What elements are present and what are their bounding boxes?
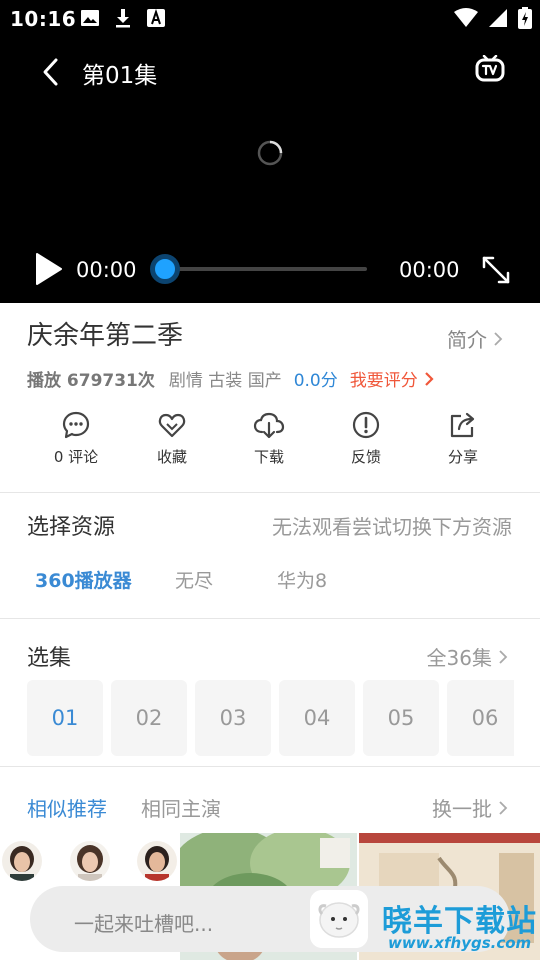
- download-button[interactable]: 下载: [227, 410, 311, 474]
- loading-spinner-icon: [257, 140, 283, 166]
- episode-title: 第01集: [82, 63, 158, 89]
- divider: [0, 766, 540, 767]
- watermark-url: www.xfhygs.com: [388, 934, 532, 952]
- wifi-icon: [454, 8, 478, 27]
- tab-same-cast[interactable]: 相同主演: [141, 793, 221, 822]
- share-label: 分享: [447, 448, 478, 466]
- source-tab-wujin[interactable]: 无尽: [175, 566, 213, 593]
- show-title: 庆余年第二季: [27, 321, 184, 351]
- chevron-right-icon: [424, 371, 434, 386]
- episodes-title: 选集: [27, 646, 72, 671]
- episode-item[interactable]: 04: [279, 680, 355, 756]
- chevron-left-icon: [43, 58, 58, 86]
- refresh-label: 换一批: [432, 797, 492, 821]
- chevron-right-icon: [494, 331, 503, 346]
- tab-similar[interactable]: 相似推荐: [27, 793, 107, 822]
- seek-bar[interactable]: [150, 252, 370, 284]
- resources-title: 选择资源: [27, 515, 116, 540]
- comment-icon: [62, 411, 90, 439]
- back-button[interactable]: [34, 54, 66, 90]
- chevron-right-icon: [499, 800, 508, 815]
- share-button[interactable]: 分享: [421, 410, 505, 474]
- episode-item[interactable]: 01: [27, 680, 103, 756]
- comment-label: 0 评论: [53, 448, 99, 466]
- fullscreen-icon[interactable]: [480, 254, 512, 286]
- actor-avatar[interactable]: [137, 841, 177, 881]
- divider: [0, 492, 540, 493]
- site-watermark: 晓羊下载站 www.xfhygs.com: [380, 896, 540, 960]
- episode-item[interactable]: 03: [195, 680, 271, 756]
- episode-item[interactable]: 06: [447, 680, 514, 756]
- divider: [0, 618, 540, 619]
- actor-avatar[interactable]: [70, 841, 110, 881]
- rate-label: 我要评分: [349, 371, 418, 391]
- episode-list: 01 02 03 04 05 06: [27, 680, 514, 756]
- genre-tags: 剧情 古装 国产: [168, 371, 282, 391]
- comment-button[interactable]: 0 评论: [34, 410, 118, 474]
- seek-track: [164, 267, 367, 271]
- source-tab-360[interactable]: 360播放器: [35, 566, 132, 593]
- chevron-right-icon: [499, 649, 508, 664]
- image-icon: [81, 10, 99, 26]
- cloud-download-icon: [253, 412, 285, 439]
- download-label: 下载: [253, 448, 284, 466]
- actor-avatar[interactable]: [2, 841, 42, 881]
- tv-icon: [475, 55, 505, 82]
- favorite-button[interactable]: 收藏: [130, 410, 214, 474]
- status-time: 10:16: [10, 7, 77, 31]
- resources-hint: 无法观看尝试切换下方资源: [272, 515, 512, 539]
- intro-link[interactable]: 简介: [447, 324, 503, 353]
- alert-icon: [352, 411, 380, 439]
- source-tabs: 360播放器 无尽 华为8: [0, 566, 540, 600]
- play-icon[interactable]: [32, 252, 64, 286]
- rate-button[interactable]: 我要评分: [350, 366, 434, 391]
- refresh-link[interactable]: 换一批: [432, 793, 508, 822]
- seek-thumb[interactable]: [150, 254, 180, 284]
- episode-item[interactable]: 02: [111, 680, 187, 756]
- status-bar: 10:16: [0, 0, 540, 36]
- share-icon: [450, 412, 475, 438]
- episode-item[interactable]: 05: [363, 680, 439, 756]
- source-tab-huawei8[interactable]: 华为8: [277, 566, 327, 593]
- current-time: 00:00: [76, 258, 137, 282]
- all-episodes-link[interactable]: 全36集: [427, 642, 508, 671]
- score: 0.0分: [293, 371, 338, 391]
- download-icon: [116, 9, 130, 28]
- signal-icon: [489, 9, 507, 27]
- feedback-button[interactable]: 反馈: [324, 410, 408, 474]
- total-time: 00:00: [399, 258, 460, 282]
- intro-label: 简介: [447, 328, 487, 352]
- favorite-label: 收藏: [156, 448, 187, 466]
- status-icons-right: [454, 6, 532, 30]
- all-episodes-label: 全36集: [426, 646, 492, 670]
- heart-icon: [158, 413, 186, 438]
- play-count: 播放 679731次: [27, 371, 155, 391]
- video-player[interactable]: 10:16 第01集 00:00 00:00: [0, 0, 540, 303]
- comment-input[interactable]: 一起来吐槽吧...: [74, 908, 213, 937]
- sheep-logo-icon: [310, 890, 368, 948]
- battery-icon: [518, 7, 532, 29]
- show-meta: 播放 679731次 剧情 古装 国产 0.0分 我要评分: [27, 366, 434, 391]
- action-row: 0 评论 收藏 下载 反馈 分享: [0, 410, 540, 476]
- cast-tv-button[interactable]: [470, 52, 510, 88]
- font-icon: [147, 8, 165, 27]
- feedback-label: 反馈: [350, 448, 381, 466]
